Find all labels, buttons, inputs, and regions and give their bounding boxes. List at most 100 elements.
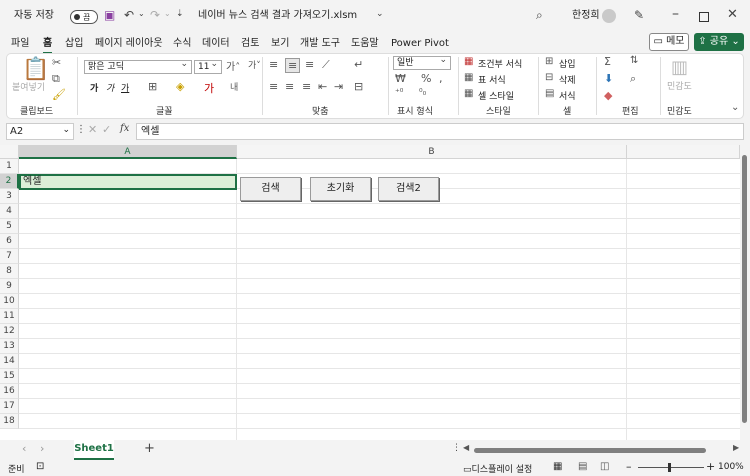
font-name-select[interactable]: 맑은 고딕 (84, 58, 192, 74)
column-header-a[interactable]: A (19, 145, 237, 159)
accounting-icon[interactable]: ₩ (395, 72, 406, 85)
search-icon[interactable]: ⌕ (536, 8, 543, 23)
tab-insert[interactable]: 삽입 (65, 36, 83, 52)
font-color-icon[interactable]: 가 (204, 80, 214, 96)
decrease-font-icon[interactable]: 가˅ (248, 58, 261, 71)
minimize-icon[interactable]: – (672, 6, 679, 22)
next-sheet-icon[interactable]: › (40, 442, 44, 455)
prev-sheet-icon[interactable]: ‹ (22, 442, 26, 455)
number-format-select[interactable]: 일반 (393, 54, 451, 70)
name-box[interactable]: A2 ⌄ (6, 123, 74, 140)
tab-data[interactable]: 데이터 (202, 36, 230, 52)
row-header[interactable]: 6 (0, 234, 19, 249)
copy-icon[interactable]: ⧉ (52, 72, 60, 86)
align-center-icon[interactable]: ≡ (285, 80, 294, 93)
reset-button[interactable]: 초기화 (310, 177, 371, 201)
page-layout-view-icon[interactable]: ▤ (578, 461, 587, 472)
tab-developer[interactable]: 개발 도구 (300, 36, 340, 52)
phonetic-icon[interactable]: 내 (230, 80, 238, 93)
normal-view-icon[interactable]: ▦ (553, 461, 562, 472)
align-left-icon[interactable]: ≡ (269, 80, 278, 93)
tab-home[interactable]: 홈 (43, 36, 53, 54)
align-top-icon[interactable]: ≡ (269, 58, 278, 71)
collapse-ribbon-icon[interactable]: ⌄ (731, 102, 739, 113)
align-bottom-icon[interactable]: ≡ (305, 58, 314, 71)
vertical-scrollbar[interactable] (740, 145, 750, 440)
row-header[interactable]: 4 (0, 204, 19, 219)
row-header[interactable]: 8 (0, 264, 19, 279)
row-header[interactable]: 2 (0, 174, 19, 189)
cell-style-button[interactable]: 셀 스타일 (478, 89, 514, 102)
add-sheet-button[interactable]: + (144, 441, 155, 456)
pen-icon[interactable]: ✎ (634, 8, 644, 22)
row-header[interactable]: 3 (0, 189, 19, 204)
column-header-b[interactable]: B (237, 145, 627, 159)
format-cells-button[interactable]: 서식 (559, 89, 576, 102)
autosum-icon[interactable]: Σ (604, 55, 611, 68)
zoom-out-icon[interactable]: – (626, 460, 632, 473)
zoom-slider-handle[interactable] (668, 463, 671, 472)
tab-view[interactable]: 보기 (271, 36, 289, 52)
insert-cells-button[interactable]: 삽입 (559, 57, 576, 70)
scroll-left-icon[interactable]: ◀ (463, 443, 469, 452)
horizontal-scrollbar-thumb[interactable] (474, 448, 706, 453)
align-right-icon[interactable]: ≡ (302, 80, 311, 93)
cut-icon[interactable]: ✂ (52, 56, 61, 69)
column-header[interactable] (627, 145, 740, 159)
format-painter-icon[interactable]: 🖌 (52, 88, 66, 101)
search-button[interactable]: 검색 (240, 177, 301, 201)
fill-color-icon[interactable]: ◈ (176, 80, 184, 93)
underline-button[interactable]: 가 (121, 81, 129, 94)
increase-decimal-icon[interactable]: ⁺⁰ (395, 88, 403, 98)
sensitivity-icon[interactable]: ▥ (671, 57, 688, 78)
tab-power-pivot[interactable]: Power Pivot (391, 36, 449, 52)
cell-a2[interactable]: 엑셀 (19, 174, 237, 190)
tab-file[interactable]: 파일 (11, 36, 29, 52)
row-header[interactable]: 7 (0, 249, 19, 264)
select-all-corner[interactable] (0, 145, 19, 159)
row-header[interactable]: 5 (0, 219, 19, 234)
share-button[interactable]: ⇪ 공유 ⌄ (694, 33, 744, 51)
cell-style-icon[interactable]: ▦ (464, 88, 473, 99)
zoom-slider[interactable] (638, 467, 704, 468)
delete-cells-icon[interactable]: ⊟ (545, 72, 553, 83)
tab-page-layout[interactable]: 페이지 레이아웃 (95, 36, 163, 52)
maximize-icon[interactable] (699, 12, 709, 22)
tab-review[interactable]: 검토 (241, 36, 259, 52)
increase-font-icon[interactable]: 가˄ (226, 58, 240, 73)
sort-filter-icon[interactable]: ⇅ (630, 55, 638, 66)
row-header[interactable]: 12 (0, 324, 19, 339)
clear-icon[interactable]: ◆ (604, 89, 612, 102)
delete-cells-button[interactable]: 삭제 (559, 73, 576, 86)
avatar[interactable] (602, 9, 616, 23)
orientation-icon[interactable]: ⟋ (322, 58, 330, 72)
save-icon[interactable]: ▣ (104, 8, 115, 22)
row-header[interactable]: 10 (0, 294, 19, 309)
decrease-decimal-icon[interactable]: ⁰₀ (419, 88, 426, 98)
cancel-icon[interactable]: ✕ (88, 123, 97, 136)
row-header[interactable]: 14 (0, 354, 19, 369)
row-header[interactable]: 17 (0, 399, 19, 414)
zoom-in-icon[interactable]: + (706, 460, 715, 473)
chevron-down-icon[interactable]: ⌄ (164, 9, 171, 18)
redo-icon[interactable]: ↷ (150, 8, 160, 22)
tab-formulas[interactable]: 수식 (173, 36, 191, 52)
customize-icon[interactable]: ⇣ (176, 9, 184, 19)
increase-indent-icon[interactable]: ⇥ (334, 80, 343, 93)
search2-button[interactable]: 검색2 (378, 177, 439, 201)
formula-input[interactable]: 엑셀 (136, 123, 744, 140)
page-break-view-icon[interactable]: ◫ (600, 461, 609, 472)
file-name[interactable]: 네이버 뉴스 검색 결과 가져오기.xlsm (198, 0, 357, 32)
sheet-tab-sheet1[interactable]: Sheet1 (74, 440, 114, 460)
merge-center-icon[interactable]: ⊟ (354, 80, 363, 93)
tab-help[interactable]: 도움말 (351, 36, 379, 52)
accessibility-icon[interactable]: ⊡ (36, 461, 44, 472)
row-header[interactable]: 18 (0, 414, 19, 429)
chevron-down-icon[interactable]: ⌄ (138, 9, 145, 18)
row-header[interactable]: 9 (0, 279, 19, 294)
italic-button[interactable]: 가 (106, 81, 114, 94)
worksheet-grid[interactable]: A B 1 2 3 4 5 6 7 8 9 10 11 12 13 14 15 16 17 18 엑셀 검색 초기… (0, 145, 740, 440)
paste-label[interactable]: 붙여넣기 (12, 80, 45, 93)
row-header[interactable]: 16 (0, 384, 19, 399)
conditional-format-icon[interactable]: ▦ (464, 56, 473, 67)
